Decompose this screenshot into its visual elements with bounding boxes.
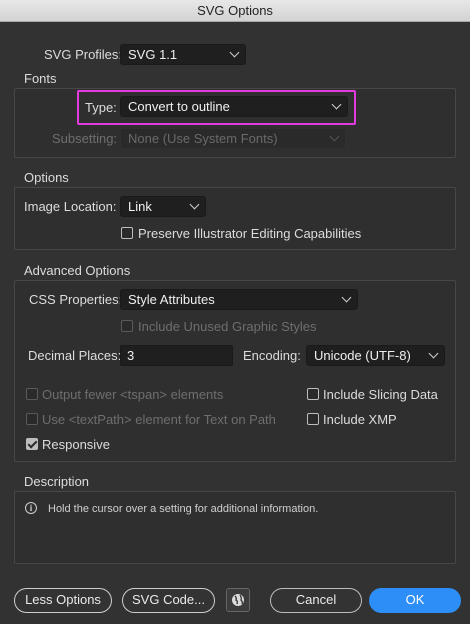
chevron-down-icon bbox=[329, 131, 340, 142]
include-xmp-checkbox[interactable] bbox=[307, 413, 319, 425]
encoding-dropdown[interactable]: Unicode (UTF-8) bbox=[306, 345, 445, 366]
textpath-label: Use <textPath> element for Text on Path bbox=[42, 412, 276, 427]
svg-profiles-value: SVG 1.1 bbox=[128, 47, 178, 62]
subsetting-value: None (Use System Fonts) bbox=[128, 131, 278, 146]
fewer-tspan-label: Output fewer <tspan> elements bbox=[42, 387, 224, 402]
svg-code-button[interactable]: SVG Code... bbox=[122, 588, 215, 613]
less-options-button[interactable]: Less Options bbox=[14, 588, 112, 613]
description-group bbox=[14, 491, 456, 564]
image-location-dropdown[interactable]: Link bbox=[120, 196, 206, 217]
font-type-label: Type: bbox=[85, 100, 117, 115]
responsive-label: Responsive bbox=[42, 437, 110, 452]
preserve-editing-label: Preserve Illustrator Editing Capabilitie… bbox=[138, 226, 362, 241]
advanced-section-title: Advanced Options bbox=[24, 263, 131, 278]
textpath-checkbox[interactable] bbox=[26, 413, 38, 425]
css-properties-value: Style Attributes bbox=[128, 292, 215, 307]
image-location-value: Link bbox=[128, 199, 152, 214]
cancel-button[interactable]: Cancel bbox=[270, 588, 362, 613]
svg-profiles-label: SVG Profiles: bbox=[44, 47, 123, 62]
decimal-places-input[interactable]: 3 bbox=[120, 345, 233, 366]
encoding-value: Unicode (UTF-8) bbox=[314, 348, 411, 363]
web-preview-button[interactable] bbox=[226, 588, 250, 612]
fewer-tspan-checkbox[interactable] bbox=[26, 388, 38, 400]
include-slicing-checkbox[interactable] bbox=[307, 388, 319, 400]
options-section-title: Options bbox=[24, 170, 69, 185]
window-title: SVG Options bbox=[0, 0, 470, 22]
image-location-label: Image Location: bbox=[24, 199, 117, 214]
chevron-down-icon bbox=[428, 348, 439, 359]
css-properties-label: CSS Properties: bbox=[29, 292, 123, 307]
chevron-down-icon bbox=[331, 99, 342, 110]
include-xmp-label: Include XMP bbox=[323, 412, 397, 427]
preserve-editing-checkbox[interactable] bbox=[121, 227, 133, 239]
svg-profiles-dropdown[interactable]: SVG 1.1 bbox=[120, 44, 246, 65]
css-properties-dropdown[interactable]: Style Attributes bbox=[120, 289, 358, 310]
info-icon: i bbox=[25, 502, 37, 514]
chevron-down-icon bbox=[341, 292, 352, 303]
encoding-label: Encoding: bbox=[243, 348, 301, 363]
fonts-section-title: Fonts bbox=[24, 71, 57, 86]
include-slicing-label: Include Slicing Data bbox=[323, 387, 438, 402]
include-unused-styles-label: Include Unused Graphic Styles bbox=[138, 319, 317, 334]
subsetting-dropdown[interactable]: None (Use System Fonts) bbox=[120, 128, 346, 149]
description-text: Hold the cursor over a setting for addit… bbox=[48, 503, 319, 515]
font-type-dropdown[interactable]: Convert to outline bbox=[120, 96, 348, 117]
globe-icon bbox=[232, 594, 244, 606]
chevron-down-icon bbox=[189, 199, 200, 210]
font-type-value: Convert to outline bbox=[128, 99, 230, 114]
include-unused-styles-checkbox[interactable] bbox=[121, 320, 133, 332]
ok-button[interactable]: OK bbox=[369, 588, 461, 613]
description-section-title: Description bbox=[24, 474, 90, 489]
responsive-checkbox[interactable] bbox=[26, 438, 38, 450]
chevron-down-icon bbox=[229, 47, 240, 58]
subsetting-label: Subsetting: bbox=[52, 131, 118, 146]
decimal-places-label: Decimal Places: bbox=[28, 348, 122, 363]
